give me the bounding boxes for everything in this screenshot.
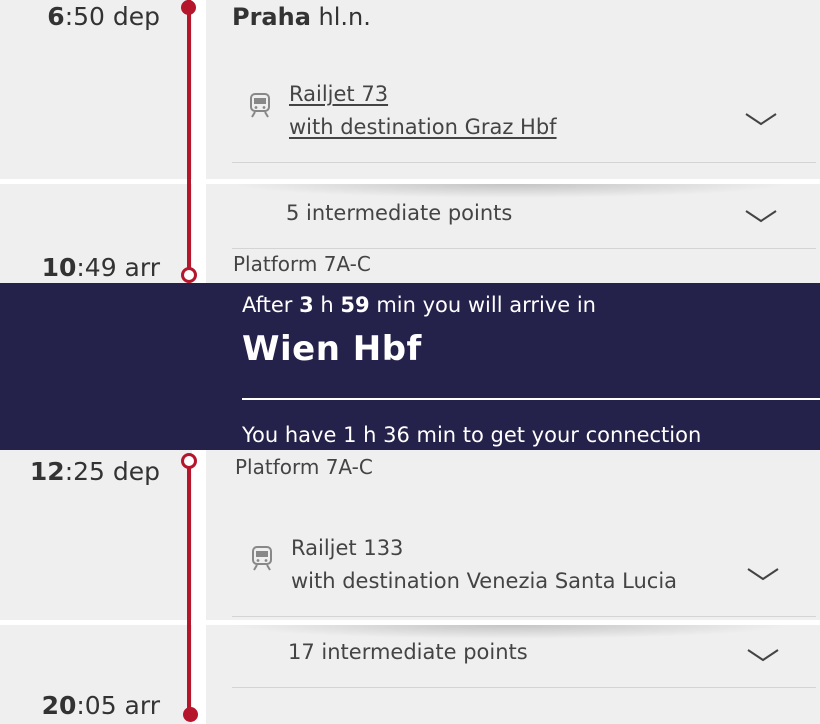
divider xyxy=(232,687,816,688)
divider xyxy=(232,162,816,163)
train-destination[interactable]: with destination Venezia Santa Lucia xyxy=(291,569,677,593)
departure-station: Praha hl.n. xyxy=(232,3,371,31)
train-link[interactable]: Railjet 73 xyxy=(289,82,388,106)
separator-shadow xyxy=(230,184,790,198)
departure-stop-marker xyxy=(181,0,196,15)
chevron-down-icon[interactable] xyxy=(744,208,778,224)
train-destination-link[interactable]: with destination Graz Hbf xyxy=(289,115,557,139)
departure-time: 12:25 dep xyxy=(29,457,160,486)
transfer-duration-text: After 3 h 59 min you will arrive in xyxy=(242,293,596,317)
train-icon xyxy=(250,93,270,118)
transfer-station: Wien Hbf xyxy=(242,329,422,369)
chevron-down-icon[interactable] xyxy=(746,566,780,582)
train-name[interactable]: Railjet 133 xyxy=(291,536,403,560)
route-line xyxy=(187,0,191,270)
divider xyxy=(232,616,816,617)
arrival-stop-marker xyxy=(181,267,197,283)
intermediate-points-toggle[interactable]: 17 intermediate points xyxy=(288,640,528,664)
transfer-banner: After 3 h 59 min you will arrive in Wien… xyxy=(0,283,820,450)
departure-time: 6:50 dep xyxy=(47,2,160,31)
separator-shadow xyxy=(230,625,790,639)
chevron-down-icon[interactable] xyxy=(744,111,778,127)
chevron-down-icon[interactable] xyxy=(746,647,780,663)
arrival-time: 10:49 arr xyxy=(41,253,160,282)
departure-platform: Platform 7A-C xyxy=(235,455,373,479)
train-icon xyxy=(252,546,272,571)
banner-divider xyxy=(242,398,820,400)
timeline-rail xyxy=(192,450,206,724)
arrival-stop-marker xyxy=(183,707,198,722)
connection-time-text: You have 1 h 36 min to get your connecti… xyxy=(242,423,702,447)
arrival-time: 20:05 arr xyxy=(41,691,160,720)
divider xyxy=(232,248,816,249)
intermediate-points-toggle[interactable]: 5 intermediate points xyxy=(286,201,512,225)
arrival-platform: Platform 7A-C xyxy=(233,252,371,276)
route-line xyxy=(187,468,191,716)
timeline-rail xyxy=(192,0,206,283)
departure-stop-marker xyxy=(181,453,197,469)
